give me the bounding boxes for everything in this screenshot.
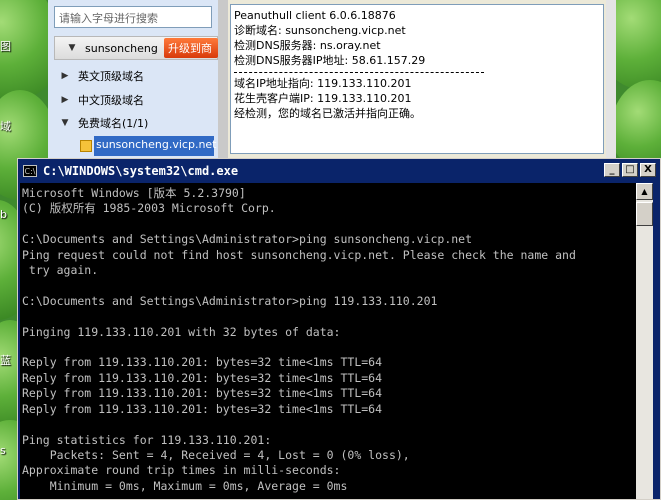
diag-line: 诊断域名: sunsoncheng.vicp.net [234,24,406,37]
console-line: Reply from 119.133.110.201: bytes=32 tim… [22,355,383,370]
domain-tree-panel: 请输入字母进行搜索 ▼ sunsoncheng 升级到商 ▶ 英文顶级域名 ▶ … [48,0,218,160]
account-name: sunsoncheng [85,41,158,55]
tree-item-label: 英文顶级域名 [78,70,144,83]
tree-item-free-domains[interactable]: ▼ 免费域名(1/1) [48,111,218,135]
diag-line: 检测DNS服务器: ns.oray.net [234,39,381,52]
console-line: Reply from 119.133.110.201: bytes=32 tim… [22,370,383,385]
cmd-app-icon: C:\ [23,165,37,177]
search-input[interactable]: 请输入字母进行搜索 [54,6,212,28]
console-output[interactable]: Microsoft Windows [版本 5.2.3790] (C) 版权所有 … [20,183,636,499]
maximize-button[interactable]: □ [622,163,638,177]
scroll-up-icon[interactable]: ▲ [636,183,653,200]
chevron-right-icon: ▶ [61,71,69,81]
close-button[interactable]: X [640,163,656,177]
diagnostics-output: Peanuthull client 6.0.6.18876 诊断域名: suns… [230,4,604,154]
diag-line: 花生壳客户端IP: 119.133.110.201 [234,92,412,105]
diag-separator [234,72,484,73]
console-line: Pinging 119.133.110.201 with 32 bytes of… [22,324,341,339]
minimize-button[interactable]: _ [604,163,620,177]
diag-line: Peanuthull client 6.0.6.18876 [234,9,396,22]
console-line: Approximate round trip times in milli-se… [22,463,341,478]
upgrade-button[interactable]: 升级到商 [164,38,218,58]
chevron-down-icon: ▼ [61,118,69,128]
console-line: Microsoft Windows [版本 5.2.3790] [22,186,246,200]
cmd-window: C:\ C:\WINDOWS\system32\cmd.exe _ □ X Mi… [17,158,661,500]
tree-item-label: 免费域名(1/1) [78,117,149,130]
console-line: C:\Documents and Settings\Administrator>… [22,293,438,308]
client-scrollbar[interactable] [606,0,616,160]
chevron-down-icon: ▼ [68,43,76,53]
desktop-icon-label[interactable]: b [0,208,14,221]
scroll-thumb[interactable] [636,202,653,226]
selected-domain-item[interactable]: sunsoncheng.vicp.net [94,136,217,156]
diag-line: 域名IP地址指向: 119.133.110.201 [234,77,412,90]
domain-icon [80,140,92,152]
console-line: Ping request could not find host sunsonc… [22,247,576,262]
cmd-title: C:\WINDOWS\system32\cmd.exe [43,164,239,178]
cmd-title-bar[interactable]: C:\ C:\WINDOWS\system32\cmd.exe _ □ X [18,159,660,183]
diag-line: 检测DNS服务器IP地址: 58.61.157.29 [234,54,426,67]
desktop-icon-label[interactable]: 蓝 [0,352,14,368]
panel-splitter[interactable] [218,0,228,160]
desktop-icon-label[interactable]: s [0,444,14,457]
tree-item-label: 中文顶级域名 [78,94,144,107]
console-line: Reply from 119.133.110.201: bytes=32 tim… [22,401,383,416]
tree-item-chinese-domains[interactable]: ▶ 中文顶级域名 [48,88,218,112]
tree-item-english-domains[interactable]: ▶ 英文顶级域名 [48,64,218,88]
console-line: Minimum = 0ms, Maximum = 0ms, Average = … [22,478,348,493]
console-line: try again. [22,263,99,278]
console-line: (C) 版权所有 1985-2003 Microsoft Corp. [22,201,276,216]
desktop-icon-label[interactable]: 域 [0,118,14,134]
peanuthull-client-window: 请输入字母进行搜索 ▼ sunsoncheng 升级到商 ▶ 英文顶级域名 ▶ … [48,0,616,160]
console-line: Packets: Sent = 4, Received = 4, Lost = … [22,447,410,462]
console-line: Reply from 119.133.110.201: bytes=32 tim… [22,386,383,401]
console-line: C:\Documents and Settings\Administrator>… [22,232,473,247]
desktop-icon-label[interactable]: 图 [0,38,14,54]
diag-line: 经检测，您的域名已激活并指向正确。 [234,107,421,120]
console-scrollbar[interactable]: ▲ [636,183,653,499]
search-placeholder: 请输入字母进行搜索 [59,12,158,25]
console-line: Ping statistics for 119.133.110.201: [22,432,272,447]
chevron-right-icon: ▶ [61,95,69,105]
